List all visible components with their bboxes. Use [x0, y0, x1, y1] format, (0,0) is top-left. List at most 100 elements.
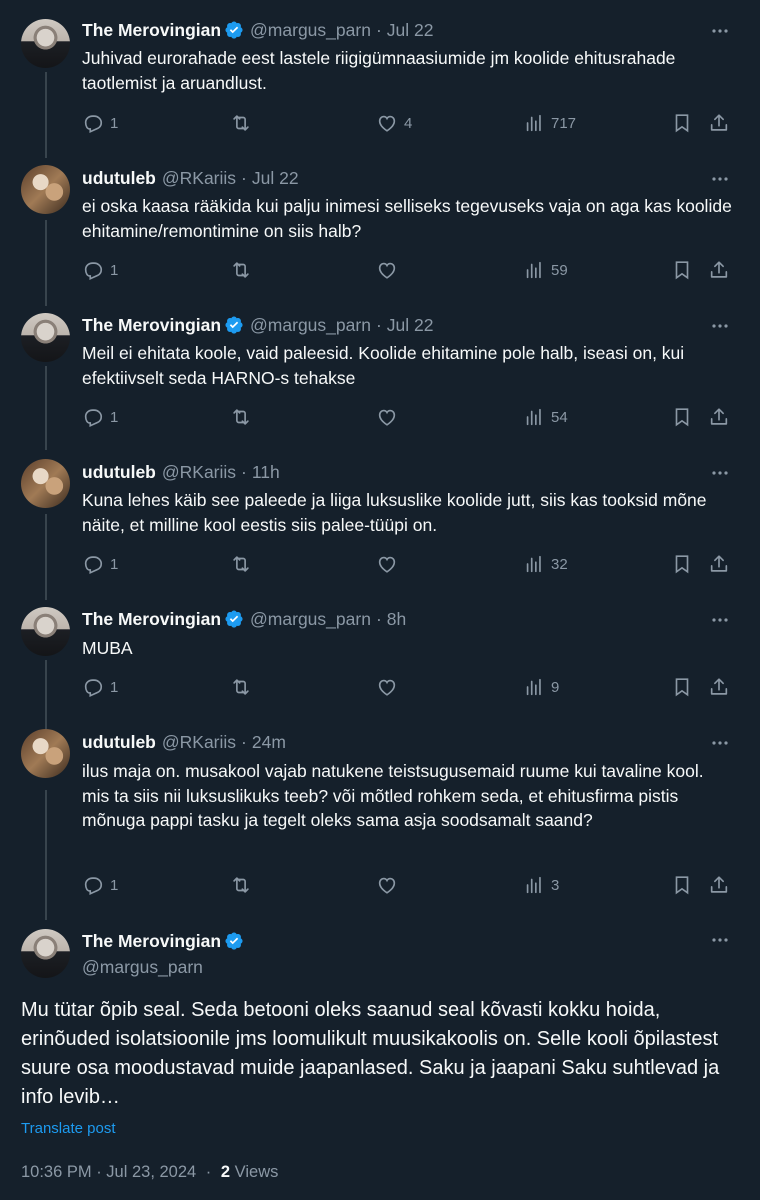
more-icon[interactable]: [710, 21, 730, 41]
tweet[interactable]: udutuleb @RKariis · Jul 22 ei oska kaasa…: [0, 148, 760, 296]
avatar[interactable]: [21, 165, 70, 214]
tweet[interactable]: The Merovingian @margus_parn · Jul 22 Ju…: [0, 0, 760, 152]
more-icon[interactable]: [710, 733, 730, 753]
like-button[interactable]: [376, 406, 404, 428]
more-icon[interactable]: [710, 463, 730, 483]
tweet-text: Mu tütar õpib seal. Seda betooni oleks s…: [21, 999, 720, 1108]
repost-button[interactable]: [230, 259, 258, 281]
repost-button[interactable]: [230, 112, 258, 134]
views-count: 9: [551, 678, 560, 696]
tweet-time[interactable]: 11h: [252, 462, 280, 483]
share-button[interactable]: [708, 112, 730, 134]
author-handle[interactable]: @margus_parn: [82, 957, 203, 978]
views-count: 59: [551, 261, 568, 279]
views-button[interactable]: 32: [523, 553, 568, 575]
bookmark-button[interactable]: [671, 874, 693, 896]
bookmark-button[interactable]: [671, 406, 693, 428]
bookmark-icon: [675, 876, 689, 895]
views-button[interactable]: 3: [523, 874, 559, 896]
avatar[interactable]: [21, 729, 70, 778]
timestamp[interactable]: 10:36 PM · Jul 23, 2024: [21, 1163, 196, 1181]
share-icon: [710, 678, 728, 695]
more-icon[interactable]: [710, 610, 730, 630]
share-button[interactable]: [708, 676, 730, 698]
tweet-time[interactable]: 24m: [252, 732, 286, 753]
reply-icon: [84, 556, 103, 574]
bookmark-button[interactable]: [671, 259, 693, 281]
tweet-header: The Merovingian @margus_parn · Jul 22: [82, 19, 433, 41]
reply-button[interactable]: 1: [82, 874, 118, 896]
repost-button[interactable]: [230, 676, 258, 698]
bookmark-button[interactable]: [671, 676, 693, 698]
tweet-time[interactable]: Jul 22: [252, 168, 299, 189]
author-name[interactable]: The Merovingian: [82, 20, 221, 41]
share-button[interactable]: [708, 259, 730, 281]
reply-count: 1: [110, 876, 119, 894]
reply-count: 1: [110, 408, 119, 426]
views-button[interactable]: 54: [523, 406, 568, 428]
views-button[interactable]: 9: [523, 676, 559, 698]
avatar[interactable]: [21, 607, 70, 656]
separator-dot: ·: [241, 461, 247, 482]
tweet-time[interactable]: Jul 22: [387, 315, 434, 336]
reply-count: 1: [110, 678, 119, 696]
avatar[interactable]: [21, 313, 70, 362]
tweet-header: The Merovingian: [82, 930, 244, 952]
repost-icon: [233, 679, 249, 695]
more-icon[interactable]: [710, 316, 730, 336]
avatar[interactable]: [21, 929, 70, 978]
like-button[interactable]: 4: [376, 112, 412, 134]
author-name[interactable]: udutuleb: [82, 462, 156, 483]
share-button[interactable]: [708, 553, 730, 575]
author-name[interactable]: The Merovingian: [82, 931, 221, 952]
views-icon: [526, 876, 541, 894]
verified-badge-icon: [225, 316, 243, 334]
author-handle[interactable]: @margus_parn: [250, 315, 371, 336]
more-icon[interactable]: [710, 169, 730, 189]
author-handle[interactable]: @margus_parn: [250, 20, 371, 41]
tweet[interactable]: The Merovingian @margus_parn · Jul 22 Me…: [0, 294, 760, 442]
verified-badge-icon: [225, 932, 243, 950]
tweet-header: The Merovingian @margus_parn · 8h: [82, 608, 406, 630]
author-name[interactable]: The Merovingian: [82, 609, 221, 630]
tweet-time[interactable]: Jul 22: [387, 20, 434, 41]
reply-button[interactable]: 1: [82, 259, 118, 281]
author-handle[interactable]: @RKariis: [162, 732, 236, 753]
author-handle[interactable]: @RKariis: [162, 462, 236, 483]
tweet[interactable]: udutuleb @RKariis · 11h Kuna lehes käib …: [0, 442, 760, 588]
tweet-text: Juhivad eurorahade eest lastele riigigüm…: [82, 48, 676, 93]
author-name[interactable]: udutuleb: [82, 168, 156, 189]
tweet-header: The Merovingian @margus_parn · Jul 22: [82, 314, 433, 336]
share-button[interactable]: [708, 874, 730, 896]
bookmark-button[interactable]: [671, 112, 693, 134]
reply-button[interactable]: 1: [82, 553, 118, 575]
avatar[interactable]: [21, 459, 70, 508]
reply-button[interactable]: 1: [82, 112, 118, 134]
translate-link[interactable]: Translate post: [21, 1120, 116, 1137]
author-name[interactable]: udutuleb: [82, 732, 156, 753]
views-button[interactable]: 59: [523, 259, 568, 281]
more-icon[interactable]: [710, 930, 730, 950]
like-button[interactable]: [376, 874, 404, 896]
reply-button[interactable]: 1: [82, 406, 118, 428]
repost-button[interactable]: [230, 553, 258, 575]
tweet[interactable]: udutuleb @RKariis · 24m ilus maja on. mu…: [0, 712, 760, 912]
author-handle[interactable]: @RKariis: [162, 168, 236, 189]
views-icon: [526, 408, 541, 426]
repost-button[interactable]: [230, 874, 258, 896]
tweet[interactable]: The Merovingian @margus_parn · 8h MUBA 1…: [0, 588, 760, 712]
avatar[interactable]: [21, 19, 70, 68]
reply-count: 1: [110, 261, 119, 279]
author-name[interactable]: The Merovingian: [82, 315, 221, 336]
reply-button[interactable]: 1: [82, 676, 118, 698]
like-button[interactable]: [376, 676, 404, 698]
tweet-time[interactable]: 8h: [387, 609, 406, 630]
repost-button[interactable]: [230, 406, 258, 428]
bookmark-button[interactable]: [671, 553, 693, 575]
views-button[interactable]: 717: [523, 112, 576, 134]
like-button[interactable]: [376, 259, 404, 281]
like-button[interactable]: [376, 553, 404, 575]
repost-icon: [233, 115, 249, 131]
author-handle[interactable]: @margus_parn: [250, 609, 371, 630]
share-button[interactable]: [708, 406, 730, 428]
